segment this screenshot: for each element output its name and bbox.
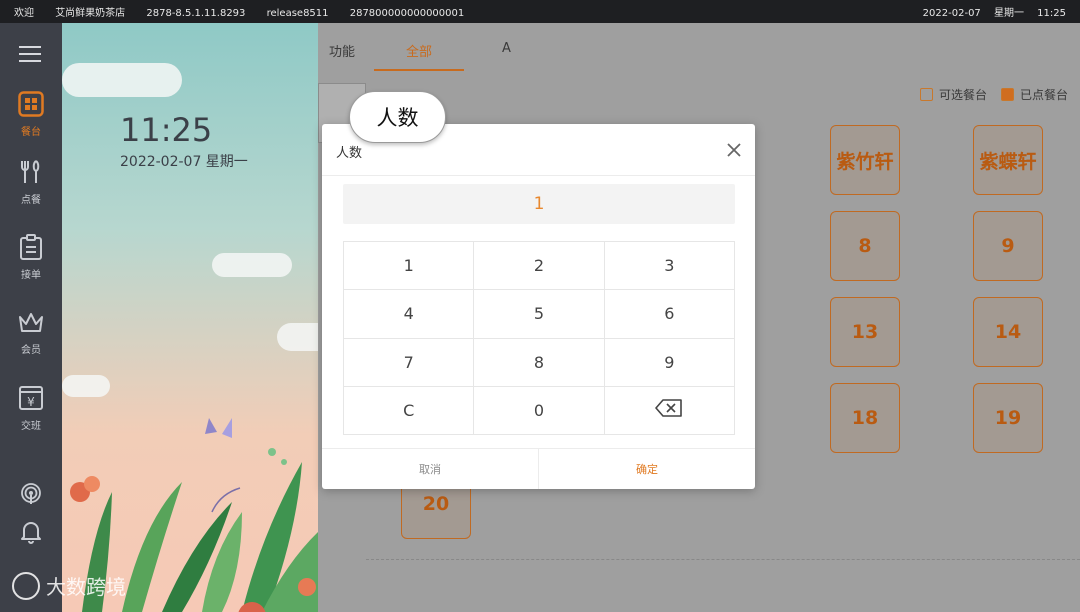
sidebar-item-shift[interactable]: ¥ 交班: [0, 385, 62, 432]
crown-icon: [18, 311, 44, 338]
status-weekday: 星期一: [993, 8, 1024, 19]
key-6[interactable]: 6: [604, 290, 735, 339]
yen-register-icon: ¥: [18, 385, 44, 414]
key-backspace[interactable]: [604, 386, 735, 435]
sidebar-item-label: 点餐: [21, 195, 41, 206]
menu-icon[interactable]: [19, 45, 41, 67]
table-tile[interactable]: 紫竹轩: [830, 125, 900, 195]
sidebar-item-label: 餐台: [21, 127, 41, 138]
key-clear[interactable]: C: [344, 386, 475, 435]
panel-clock: 11:25: [120, 111, 213, 149]
tab-indicator: [374, 69, 464, 71]
key-4[interactable]: 4: [344, 290, 475, 339]
key-8[interactable]: 8: [474, 338, 605, 387]
status-right: 2022-02-07 星期一 11:25: [913, 4, 1066, 19]
release-text: release8511: [266, 8, 329, 19]
status-time: 11:25: [1037, 8, 1066, 19]
table-tile[interactable]: 13: [830, 297, 900, 367]
bell-icon[interactable]: [20, 520, 42, 548]
status-left: 欢迎 艾尚鲜果奶茶店 2878-8.5.1.11.8293 release851…: [14, 4, 482, 19]
status-bar: 欢迎 艾尚鲜果奶茶店 2878-8.5.1.11.8293 release851…: [0, 0, 1080, 23]
available-swatch: [919, 88, 933, 101]
close-icon[interactable]: [724, 140, 744, 160]
device-id: 287800000000000001: [349, 8, 465, 19]
table-tile[interactable]: 9: [973, 211, 1043, 281]
legend-ordered: 已点餐台: [1019, 88, 1068, 102]
table-grid-icon: [18, 91, 44, 120]
sidebar-item-order[interactable]: 点餐: [0, 159, 62, 206]
welcome-text: 欢迎: [14, 8, 34, 19]
key-1[interactable]: 1: [344, 242, 475, 291]
watermark-logo-icon: [12, 571, 40, 600]
panel-date: 2022-02-07 星期一: [120, 154, 248, 170]
svg-text:¥: ¥: [27, 395, 35, 409]
guest-count-dialog: 人数 1 1 2 3 4 5 6 7 8 9 C 0 取消 确定: [322, 124, 755, 489]
key-0[interactable]: 0: [474, 386, 605, 435]
table-tile[interactable]: 14: [973, 297, 1043, 367]
watermark-text: 大数跨境: [46, 575, 126, 599]
decorative-panel: 11:25 2022-02-07 星期一: [62, 23, 318, 612]
clipboard-icon: [19, 234, 43, 263]
sidebar-item-label: 接单: [21, 270, 41, 281]
ordered-swatch: [1000, 88, 1014, 101]
tab-a[interactable]: A: [502, 41, 511, 56]
shop-name: 艾尚鲜果奶茶店: [55, 8, 126, 19]
table-legend: 可选餐台 已点餐台: [906, 86, 1068, 103]
key-2[interactable]: 2: [474, 242, 605, 291]
sidebar-item-label: 交班: [21, 421, 41, 432]
table-tile[interactable]: 8: [830, 211, 900, 281]
cloud-decoration: [277, 323, 318, 351]
tab-all[interactable]: 全部: [406, 41, 432, 60]
sidebar-nav: 餐台 点餐 接单 会员 ¥ 交班: [0, 23, 62, 612]
cloud-decoration: [62, 63, 182, 97]
legend-available: 可选餐台: [938, 88, 987, 102]
dialog-footer: 取消 确定: [322, 448, 755, 489]
broadcast-icon[interactable]: [20, 483, 42, 509]
status-date: 2022-02-07: [922, 8, 981, 19]
version-text: 2878-8.5.1.11.8293: [146, 8, 246, 19]
dialog-title: 人数: [336, 146, 363, 161]
table-tile[interactable]: 18: [830, 383, 900, 453]
tab-bar: 功能 全部 A: [318, 23, 1080, 73]
key-5[interactable]: 5: [474, 290, 605, 339]
key-7[interactable]: 7: [344, 338, 475, 387]
table-tile[interactable]: 19: [973, 383, 1043, 453]
sidebar-item-tables[interactable]: 餐台: [0, 91, 62, 138]
count-display: 1: [343, 184, 735, 224]
backspace-icon: [655, 399, 683, 421]
cancel-button[interactable]: 取消: [322, 449, 539, 489]
cloud-decoration: [212, 253, 292, 277]
confirm-button[interactable]: 确定: [539, 449, 755, 489]
sidebar-item-member[interactable]: 会员: [0, 311, 62, 356]
sidebar-item-accept[interactable]: 接单: [0, 234, 62, 281]
numeric-keypad: 1 2 3 4 5 6 7 8 9 C 0: [343, 241, 735, 435]
dialog-divider: [322, 175, 755, 176]
key-9[interactable]: 9: [604, 338, 735, 387]
divider: [366, 559, 1080, 560]
key-3[interactable]: 3: [604, 242, 735, 291]
annotation-callout: 人数: [349, 91, 446, 143]
sidebar-item-label: 会员: [21, 345, 41, 356]
fork-knife-icon: [18, 159, 44, 188]
tab-function[interactable]: 功能: [329, 41, 355, 60]
watermark: 大数跨境: [12, 571, 126, 600]
table-tile[interactable]: 紫蝶轩: [973, 125, 1043, 195]
